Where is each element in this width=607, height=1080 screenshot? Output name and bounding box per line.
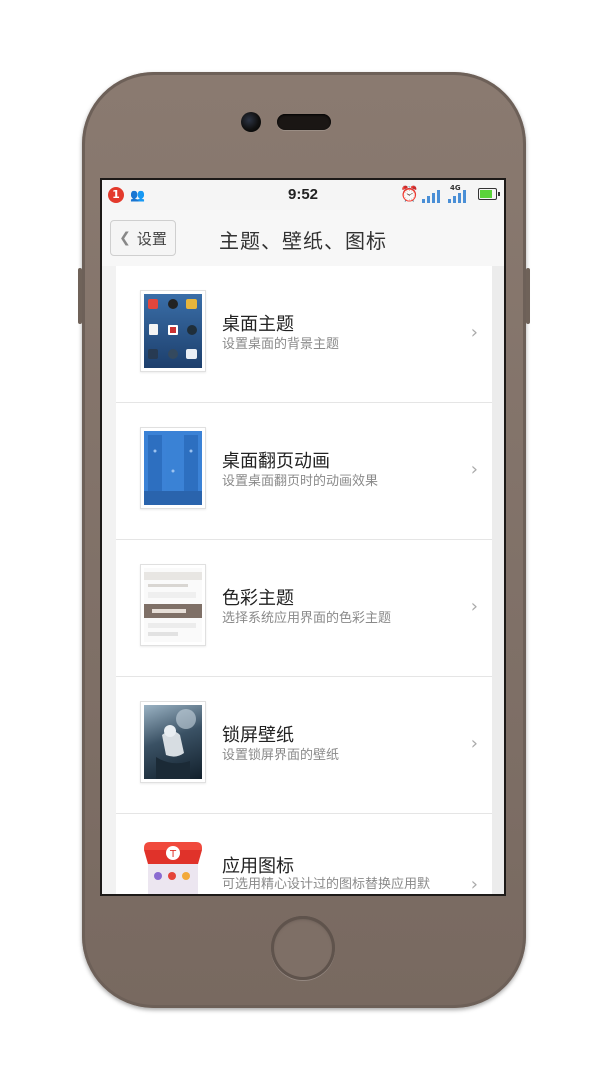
desktop-theme-icon [140,290,206,372]
cell-signal-icon [448,187,470,203]
item-title: 桌面主题 [222,314,294,335]
lockscreen-wallpaper-icon [140,701,206,783]
battery-icon [478,188,500,200]
alarm-icon: ⏰ [400,185,419,203]
list-gutter-left [102,266,116,894]
item-title: 应用图标 [222,856,294,877]
earpiece-speaker [277,114,331,130]
chevron-right-icon: › [470,596,478,617]
front-camera [241,112,261,132]
settings-list: 桌面主题 设置桌面的背景主题 › 桌面翻页动画 设置桌面翻页时的动画效果 › 色… [116,266,492,894]
item-title: 锁屏壁纸 [222,725,294,746]
wifi-signal-icon [422,187,444,203]
item-subtitle: 设置锁屏界面的壁纸 [222,748,340,763]
list-item-page-animation[interactable]: 桌面翻页动画 设置桌面翻页时的动画效果 › [116,403,492,540]
chevron-right-icon: › [470,322,478,343]
chevron-right-icon: › [470,733,478,754]
page-animation-icon [140,427,206,509]
app-icon-set-icon: T [140,838,206,894]
item-subtitle: 设置桌面的背景主题 [222,337,340,352]
item-subtitle: 可选用精心设计过的图标替换应用默认图标 [222,877,431,892]
chevron-left-icon: ❮ [119,230,131,246]
list-item-app-icons[interactable]: T 应用图标 可选用精心设计过的图标替换应用默认图标 › [116,814,492,895]
navigation-bar: ❮ 设置 主题、壁纸、图标 [102,210,504,267]
item-title: 桌面翻页动画 [222,451,330,472]
item-subtitle: 选择系统应用界面的色彩主题 [222,611,392,626]
chevron-right-icon: › [470,874,478,895]
list-gutter-right [490,266,504,894]
list-item-color-theme[interactable]: 色彩主题 选择系统应用界面的色彩主题 › [116,540,492,677]
home-button[interactable] [271,916,335,980]
side-button-right [526,268,530,324]
item-title: 色彩主题 [222,588,294,609]
chevron-right-icon: › [470,459,478,480]
side-button-left [78,268,82,324]
phone-screen: 1 👥 9:52 ⏰ 4G ❮ 设置 主题、壁纸、图标 桌面主题 设置桌面的背景… [100,178,506,896]
status-bar: 1 👥 9:52 ⏰ 4G [102,180,504,210]
page-title: 主题、壁纸、图标 [219,229,387,253]
item-subtitle: 设置桌面翻页时的动画效果 [222,474,379,489]
color-theme-icon [140,564,206,646]
list-item-desktop-theme[interactable]: 桌面主题 设置桌面的背景主题 › [116,266,492,403]
list-item-lockscreen-wallpaper[interactable]: 锁屏壁纸 设置锁屏界面的壁纸 › [116,677,492,814]
svg-text:T: T [169,849,177,860]
